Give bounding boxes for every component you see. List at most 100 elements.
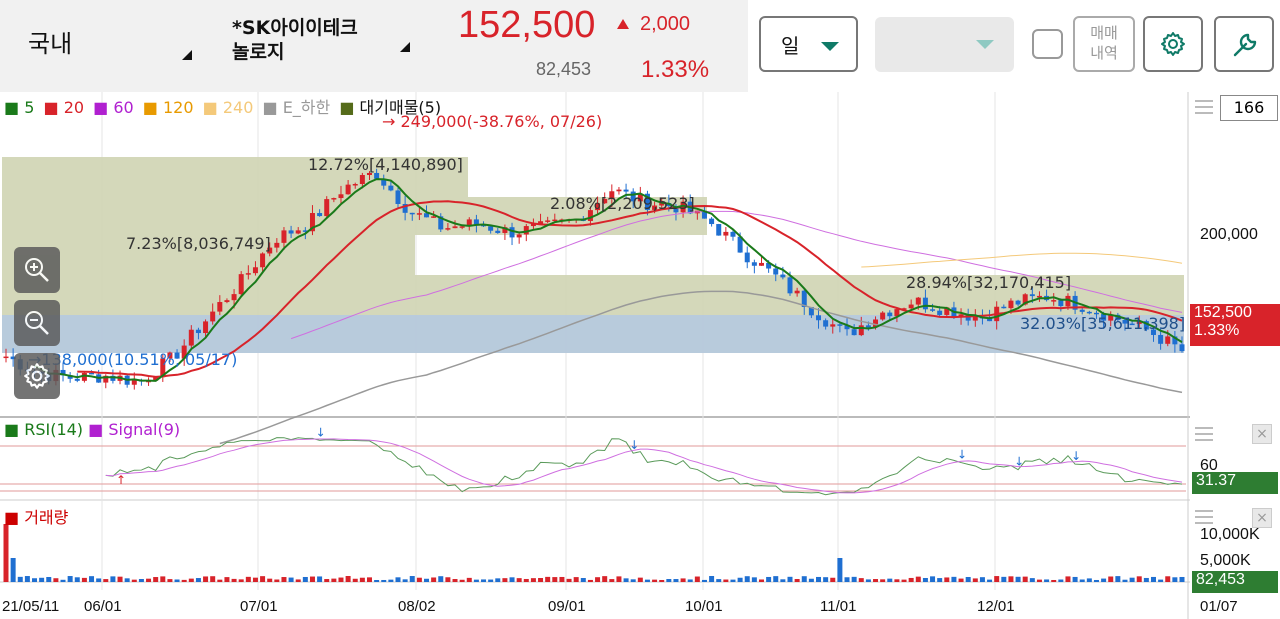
volume-bar	[195, 578, 201, 582]
candle	[217, 302, 223, 312]
volume-bar	[1015, 576, 1021, 582]
candle	[744, 252, 750, 263]
x-axis-label: 01/07	[1200, 598, 1238, 615]
volume-bar	[1165, 576, 1171, 582]
legend-ma240[interactable]: ■ 240	[203, 98, 254, 117]
candle	[972, 316, 978, 321]
volume-bar	[922, 577, 928, 582]
rsi-panel-menu-icon[interactable]	[1195, 427, 1213, 445]
sell-signal-icon: ↓	[1071, 449, 1081, 463]
volume-bar	[110, 576, 116, 582]
volume-bar	[67, 576, 73, 582]
volume-bar	[1143, 577, 1149, 582]
volume-bar	[395, 577, 401, 582]
stock-dropdown-icon[interactable]	[400, 42, 410, 52]
volume-bar	[324, 579, 330, 582]
candle	[288, 230, 294, 234]
legend-ma20[interactable]: ■ 20	[43, 98, 84, 117]
market-selector[interactable]: 국내	[28, 24, 72, 59]
candle	[516, 234, 522, 238]
chart-settings-button[interactable]	[14, 353, 60, 399]
period-select[interactable]: 일	[759, 16, 858, 72]
volume-bar	[1093, 579, 1099, 582]
market-dropdown-icon[interactable]	[182, 50, 192, 60]
volume-bar	[801, 576, 807, 582]
indicator-select[interactable]	[875, 17, 1014, 72]
tools-button[interactable]	[1214, 16, 1274, 72]
volume-bars	[3, 524, 1185, 582]
volume-bar	[737, 577, 743, 582]
volume-bar	[445, 577, 451, 582]
rsi-current-tag: 31.37	[1192, 472, 1278, 494]
legend-signal[interactable]: ■ Signal(9)	[88, 420, 180, 439]
volume-bar	[1150, 576, 1156, 582]
volume-legend[interactable]: ■ 거래량	[4, 504, 68, 528]
stock-name-line1: *SK아이이테크	[232, 17, 358, 39]
volume-bar	[146, 578, 152, 582]
zoom-out-button[interactable]	[14, 300, 60, 346]
volume-bar	[545, 576, 551, 582]
current-price-tag-pct: 1.33%	[1194, 322, 1240, 339]
zoom-in-button[interactable]	[14, 247, 60, 293]
candle	[195, 329, 201, 334]
volume-bar	[203, 576, 209, 582]
rsi-close-icon[interactable]: ×	[1252, 424, 1272, 444]
candle	[1179, 344, 1185, 352]
volume-bar	[573, 577, 579, 582]
legend-ma5[interactable]: ■ 5	[4, 98, 34, 117]
x-axis-label: 07/01	[240, 598, 278, 615]
volume-bar	[153, 577, 159, 582]
candle	[1051, 300, 1057, 302]
candle	[1058, 300, 1064, 307]
candle	[787, 277, 793, 294]
volume-close-icon[interactable]: ×	[1252, 508, 1272, 528]
volume-bar	[231, 578, 237, 582]
volume-bar	[751, 577, 757, 582]
visible-candle-count[interactable]: 166	[1220, 95, 1278, 121]
x-axis-label: 21/05/11	[2, 598, 60, 615]
volume-bar	[580, 578, 586, 582]
stock-name[interactable]: *SK아이이테크 놀로지	[232, 16, 382, 64]
sell-signal-icon: ↓	[316, 425, 326, 439]
candle	[352, 184, 358, 186]
candle	[1079, 309, 1085, 312]
x-axis-label: 12/01	[977, 598, 1015, 615]
candle	[1165, 336, 1171, 344]
price-panel-menu-icon[interactable]	[1195, 100, 1213, 118]
trade-history-button[interactable]: 매매 내역	[1073, 16, 1135, 72]
up-arrow-icon	[617, 19, 629, 29]
volume-bar	[509, 577, 515, 582]
period-label: 일	[781, 34, 800, 58]
candle	[260, 253, 266, 268]
candle	[1158, 334, 1164, 344]
candle	[338, 194, 344, 199]
volume-bar	[1001, 576, 1007, 582]
volume-bar	[538, 578, 544, 582]
volume-bar	[1158, 579, 1164, 582]
x-axis-label: 06/01	[84, 598, 122, 615]
volume-bar	[830, 577, 836, 582]
legend-ma60[interactable]: ■ 60	[93, 98, 134, 117]
volume-bar	[374, 579, 380, 582]
legend-rsi[interactable]: ■ RSI(14)	[4, 420, 83, 439]
legend-envelope-lower[interactable]: ■ E_하한	[262, 98, 330, 117]
volume-bar	[630, 579, 636, 582]
legend-ma120[interactable]: ■ 120	[143, 98, 194, 117]
low-annotation-text: 138,000(10.51%, 05/17)	[41, 350, 238, 369]
stock-chart-screen: 국내 *SK아이이테크 놀로지 152,500 2,000 82,453 1.3…	[0, 0, 1280, 619]
settings-button[interactable]	[1143, 16, 1203, 72]
volume-bar	[481, 579, 487, 582]
sell-signal-icon: ↓	[629, 438, 639, 452]
volume-bar	[680, 578, 686, 582]
volume-bar	[1115, 576, 1121, 582]
compare-checkbox[interactable]	[1032, 29, 1063, 59]
volume-bar	[901, 579, 907, 582]
ma-legend[interactable]: ■ 5 ■ 20 ■ 60 ■ 120 ■ 240 ■ E_하한 ■ 대기매물(…	[4, 94, 445, 118]
volume-bar	[124, 578, 130, 582]
candle	[231, 294, 237, 301]
rsi-legend[interactable]: ■ RSI(14) ■ Signal(9)	[4, 420, 180, 439]
volume-bar	[894, 579, 900, 582]
volume-bar	[274, 579, 280, 582]
sell-signal-icon: ↓	[957, 448, 967, 462]
volume-bar	[587, 579, 593, 582]
